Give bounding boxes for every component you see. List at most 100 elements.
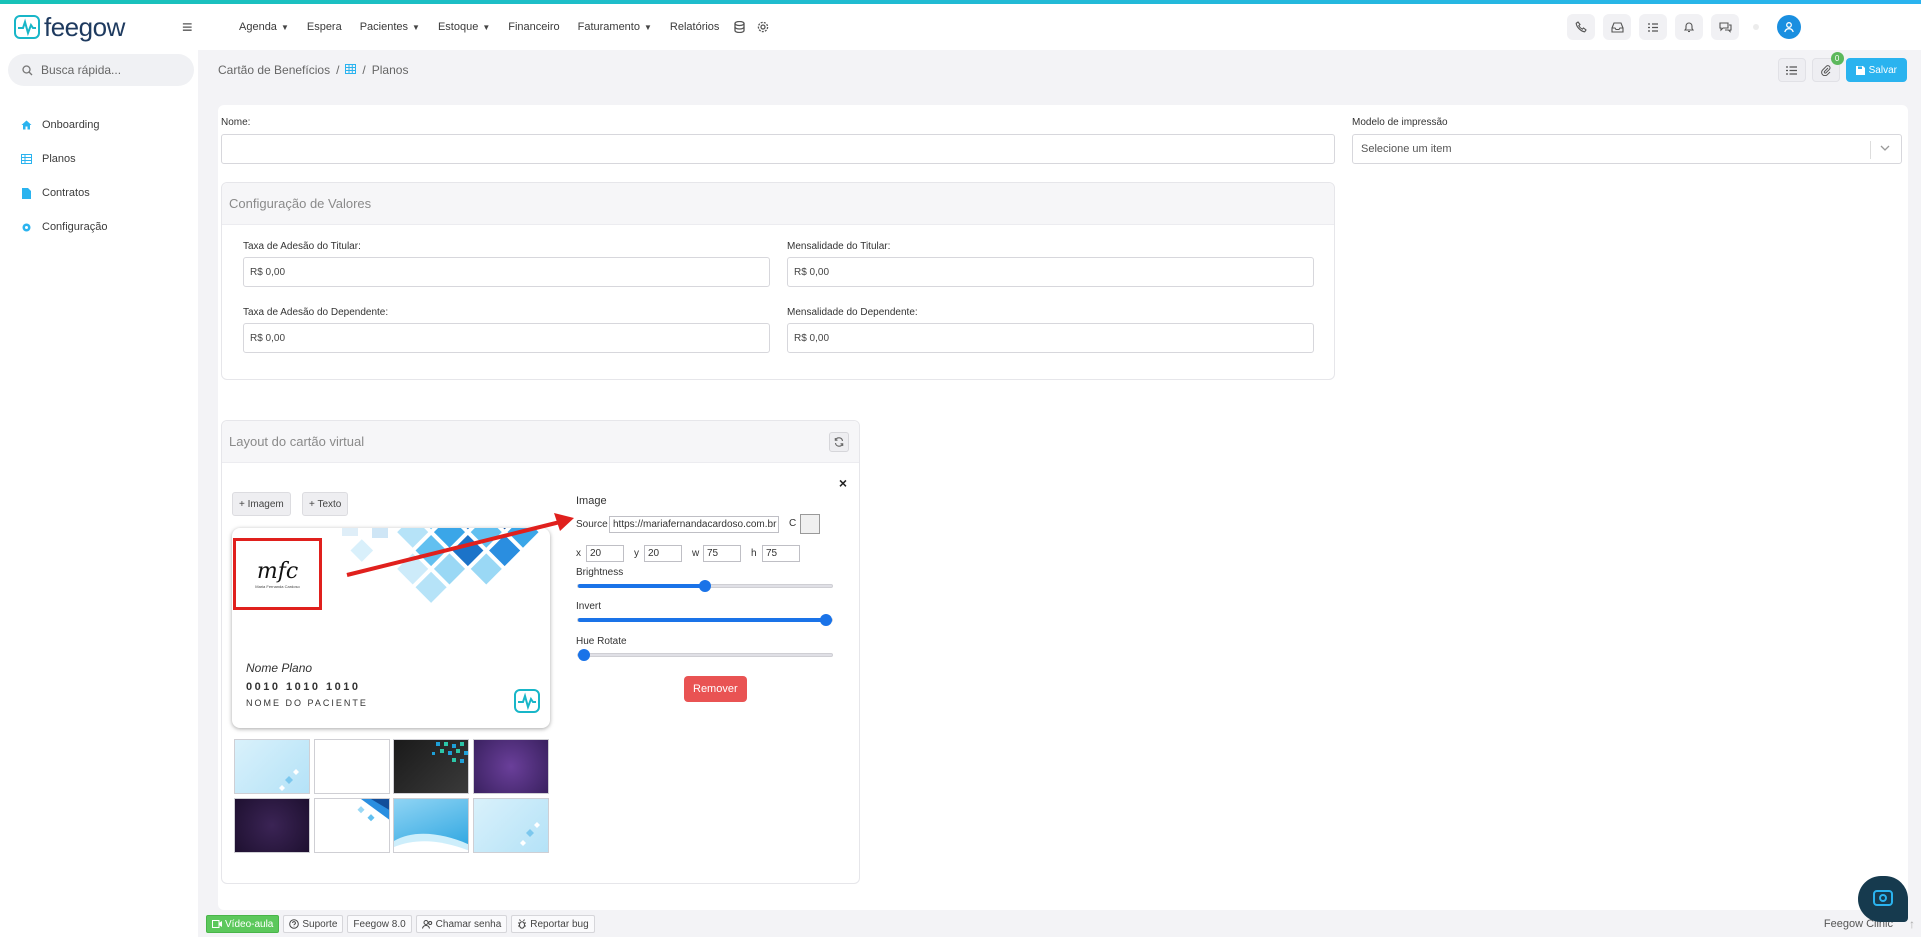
slider-handle[interactable] [578, 649, 590, 661]
inbox-icon[interactable] [1603, 14, 1631, 40]
slider-fill [578, 618, 832, 622]
remove-button[interactable]: Remover [684, 676, 747, 702]
brightness-slider[interactable] [577, 580, 833, 592]
template-thumbnail[interactable] [393, 739, 469, 794]
document-icon [20, 187, 32, 199]
paperclip-icon [1820, 64, 1831, 76]
attachment-button[interactable]: 0 [1811, 52, 1844, 82]
user-avatar-icon[interactable] [1777, 15, 1801, 39]
support-label: Suporte [302, 918, 338, 930]
image-editor-title: Image [576, 495, 607, 507]
database-icon[interactable] [728, 4, 751, 50]
valores-section-title: Configuração de Valores [222, 183, 1334, 225]
taxa-dependente-input[interactable]: R$ 0,00 [243, 323, 770, 353]
sidebar-item-configuracao[interactable]: Configuração [0, 210, 198, 244]
card-patient-name[interactable]: NOME DO PACIENTE [246, 698, 368, 708]
refresh-icon[interactable] [829, 432, 849, 452]
menu-financeiro-label: Financeiro [508, 21, 560, 33]
sidebar-item-label: Planos [42, 153, 76, 165]
nome-input[interactable] [221, 134, 1335, 164]
feegow-logo[interactable]: feegow [14, 12, 164, 43]
navbar-right-actions [1567, 4, 1921, 50]
color-picker[interactable] [800, 514, 820, 534]
logo-text: feegow [44, 11, 125, 42]
support-button[interactable]: Suporte [283, 915, 344, 933]
card-logo-subtext: Maria Fernanda Cardoso [255, 584, 300, 589]
taxa-dependente-label: Taxa de Adesão do Dependente: [243, 307, 389, 318]
menu-faturamento-label: Faturamento [577, 21, 640, 33]
attachment-count-badge: 0 [1830, 52, 1844, 65]
floppy-disk-icon [1855, 65, 1865, 75]
modelo-impressao-select[interactable]: Selecione um item [1352, 134, 1902, 164]
table-icon [345, 63, 357, 77]
sidebar-menu: Onboarding Planos Contratos Configuração [0, 108, 198, 244]
table-icon [20, 154, 32, 164]
y-input[interactable]: 20 [644, 545, 682, 562]
card-logo-image[interactable]: mfc Maria Fernanda Cardoso [233, 538, 322, 610]
menu-relatorios[interactable]: Relatórios [661, 4, 729, 50]
template-thumbnail[interactable] [473, 739, 549, 794]
gear-icon[interactable] [751, 4, 775, 50]
arrow-up-icon[interactable]: ↑ [1909, 917, 1915, 931]
menu-agenda[interactable]: Agenda ▼ [230, 4, 298, 50]
home-icon [20, 120, 32, 130]
template-thumbnail[interactable] [234, 798, 310, 853]
invert-slider[interactable] [577, 614, 833, 626]
search-placeholder: Busca rápida... [41, 63, 122, 77]
mensalidade-titular-input[interactable]: R$ 0,00 [787, 257, 1314, 287]
source-input[interactable]: https://mariafernandacardoso.com.br [609, 516, 779, 533]
caret-down-icon: ▼ [482, 22, 491, 32]
template-thumbnail[interactable] [393, 798, 469, 853]
menu-financeiro[interactable]: Financeiro [499, 4, 568, 50]
bell-icon[interactable] [1675, 14, 1703, 40]
checklist-icon[interactable] [1639, 14, 1667, 40]
menu-espera[interactable]: Espera [298, 4, 351, 50]
menu-pacientes[interactable]: Pacientes ▼ [351, 4, 429, 50]
menu-faturamento[interactable]: Faturamento ▼ [569, 4, 661, 50]
video-aula-label: Vídeo-aula [225, 918, 274, 930]
report-bug-button[interactable]: Reportar bug [511, 915, 595, 933]
chat-widget-button[interactable] [1858, 876, 1908, 922]
template-thumbnail[interactable] [234, 739, 310, 794]
modelo-impressao-label: Modelo de impressão [1352, 117, 1448, 128]
taxa-titular-input[interactable]: R$ 0,00 [243, 257, 770, 287]
sidebar-item-onboarding[interactable]: Onboarding [0, 108, 198, 142]
menu-estoque[interactable]: Estoque ▼ [429, 4, 499, 50]
x-input[interactable]: 20 [586, 545, 624, 562]
mensalidade-dependente-label: Mensalidade do Dependente: [787, 307, 918, 318]
video-icon [212, 920, 222, 928]
save-button[interactable]: Salvar [1845, 58, 1907, 82]
video-aula-button[interactable]: Vídeo-aula [206, 915, 280, 933]
version-label: Feegow 8.0 [347, 915, 412, 933]
mensalidade-dependente-input[interactable]: R$ 0,00 [787, 323, 1314, 353]
breadcrumb-separator: / [336, 63, 340, 77]
card-plan-name[interactable]: Nome Plano [246, 661, 312, 675]
hue-rotate-label: Hue Rotate [576, 636, 627, 647]
help-icon [289, 919, 300, 929]
sidebar-item-contratos[interactable]: Contratos [0, 176, 198, 210]
footer-bar: Vídeo-aula Suporte Feegow 8.0 Chamar sen… [200, 911, 1921, 937]
close-icon[interactable]: × [839, 475, 847, 491]
chat-icon[interactable] [1711, 14, 1739, 40]
h-input[interactable]: 75 [762, 545, 800, 562]
chevron-down-icon [1879, 142, 1891, 157]
card-number[interactable]: 0010 1010 1010 [246, 681, 361, 693]
breadcrumb-root[interactable]: Cartão de Benefícios [218, 63, 330, 77]
slider-handle[interactable] [699, 580, 711, 592]
main-content: Cartão de Benefícios / / Planos 0 Salvar… [200, 50, 1921, 937]
add-image-button[interactable]: + Imagem [232, 492, 291, 516]
w-input[interactable]: 75 [703, 545, 741, 562]
menu-espera-label: Espera [306, 21, 342, 33]
form-panel: Nome: Modelo de impressão Selecione um i… [218, 105, 1908, 910]
quick-search-input[interactable]: Busca rápida... [8, 54, 194, 86]
hue-rotate-slider[interactable] [577, 649, 833, 661]
template-thumbnail[interactable] [473, 798, 549, 853]
template-thumbnail[interactable] [314, 739, 390, 794]
slider-handle[interactable] [820, 614, 832, 626]
sidebar-item-planos[interactable]: Planos [0, 142, 198, 176]
hamburger-menu-icon[interactable]: ≡ [182, 17, 202, 38]
template-thumbnail[interactable] [314, 798, 390, 853]
phone-icon[interactable] [1567, 14, 1595, 40]
list-view-icon[interactable] [1777, 58, 1806, 82]
call-password-button[interactable]: Chamar senha [415, 915, 508, 933]
